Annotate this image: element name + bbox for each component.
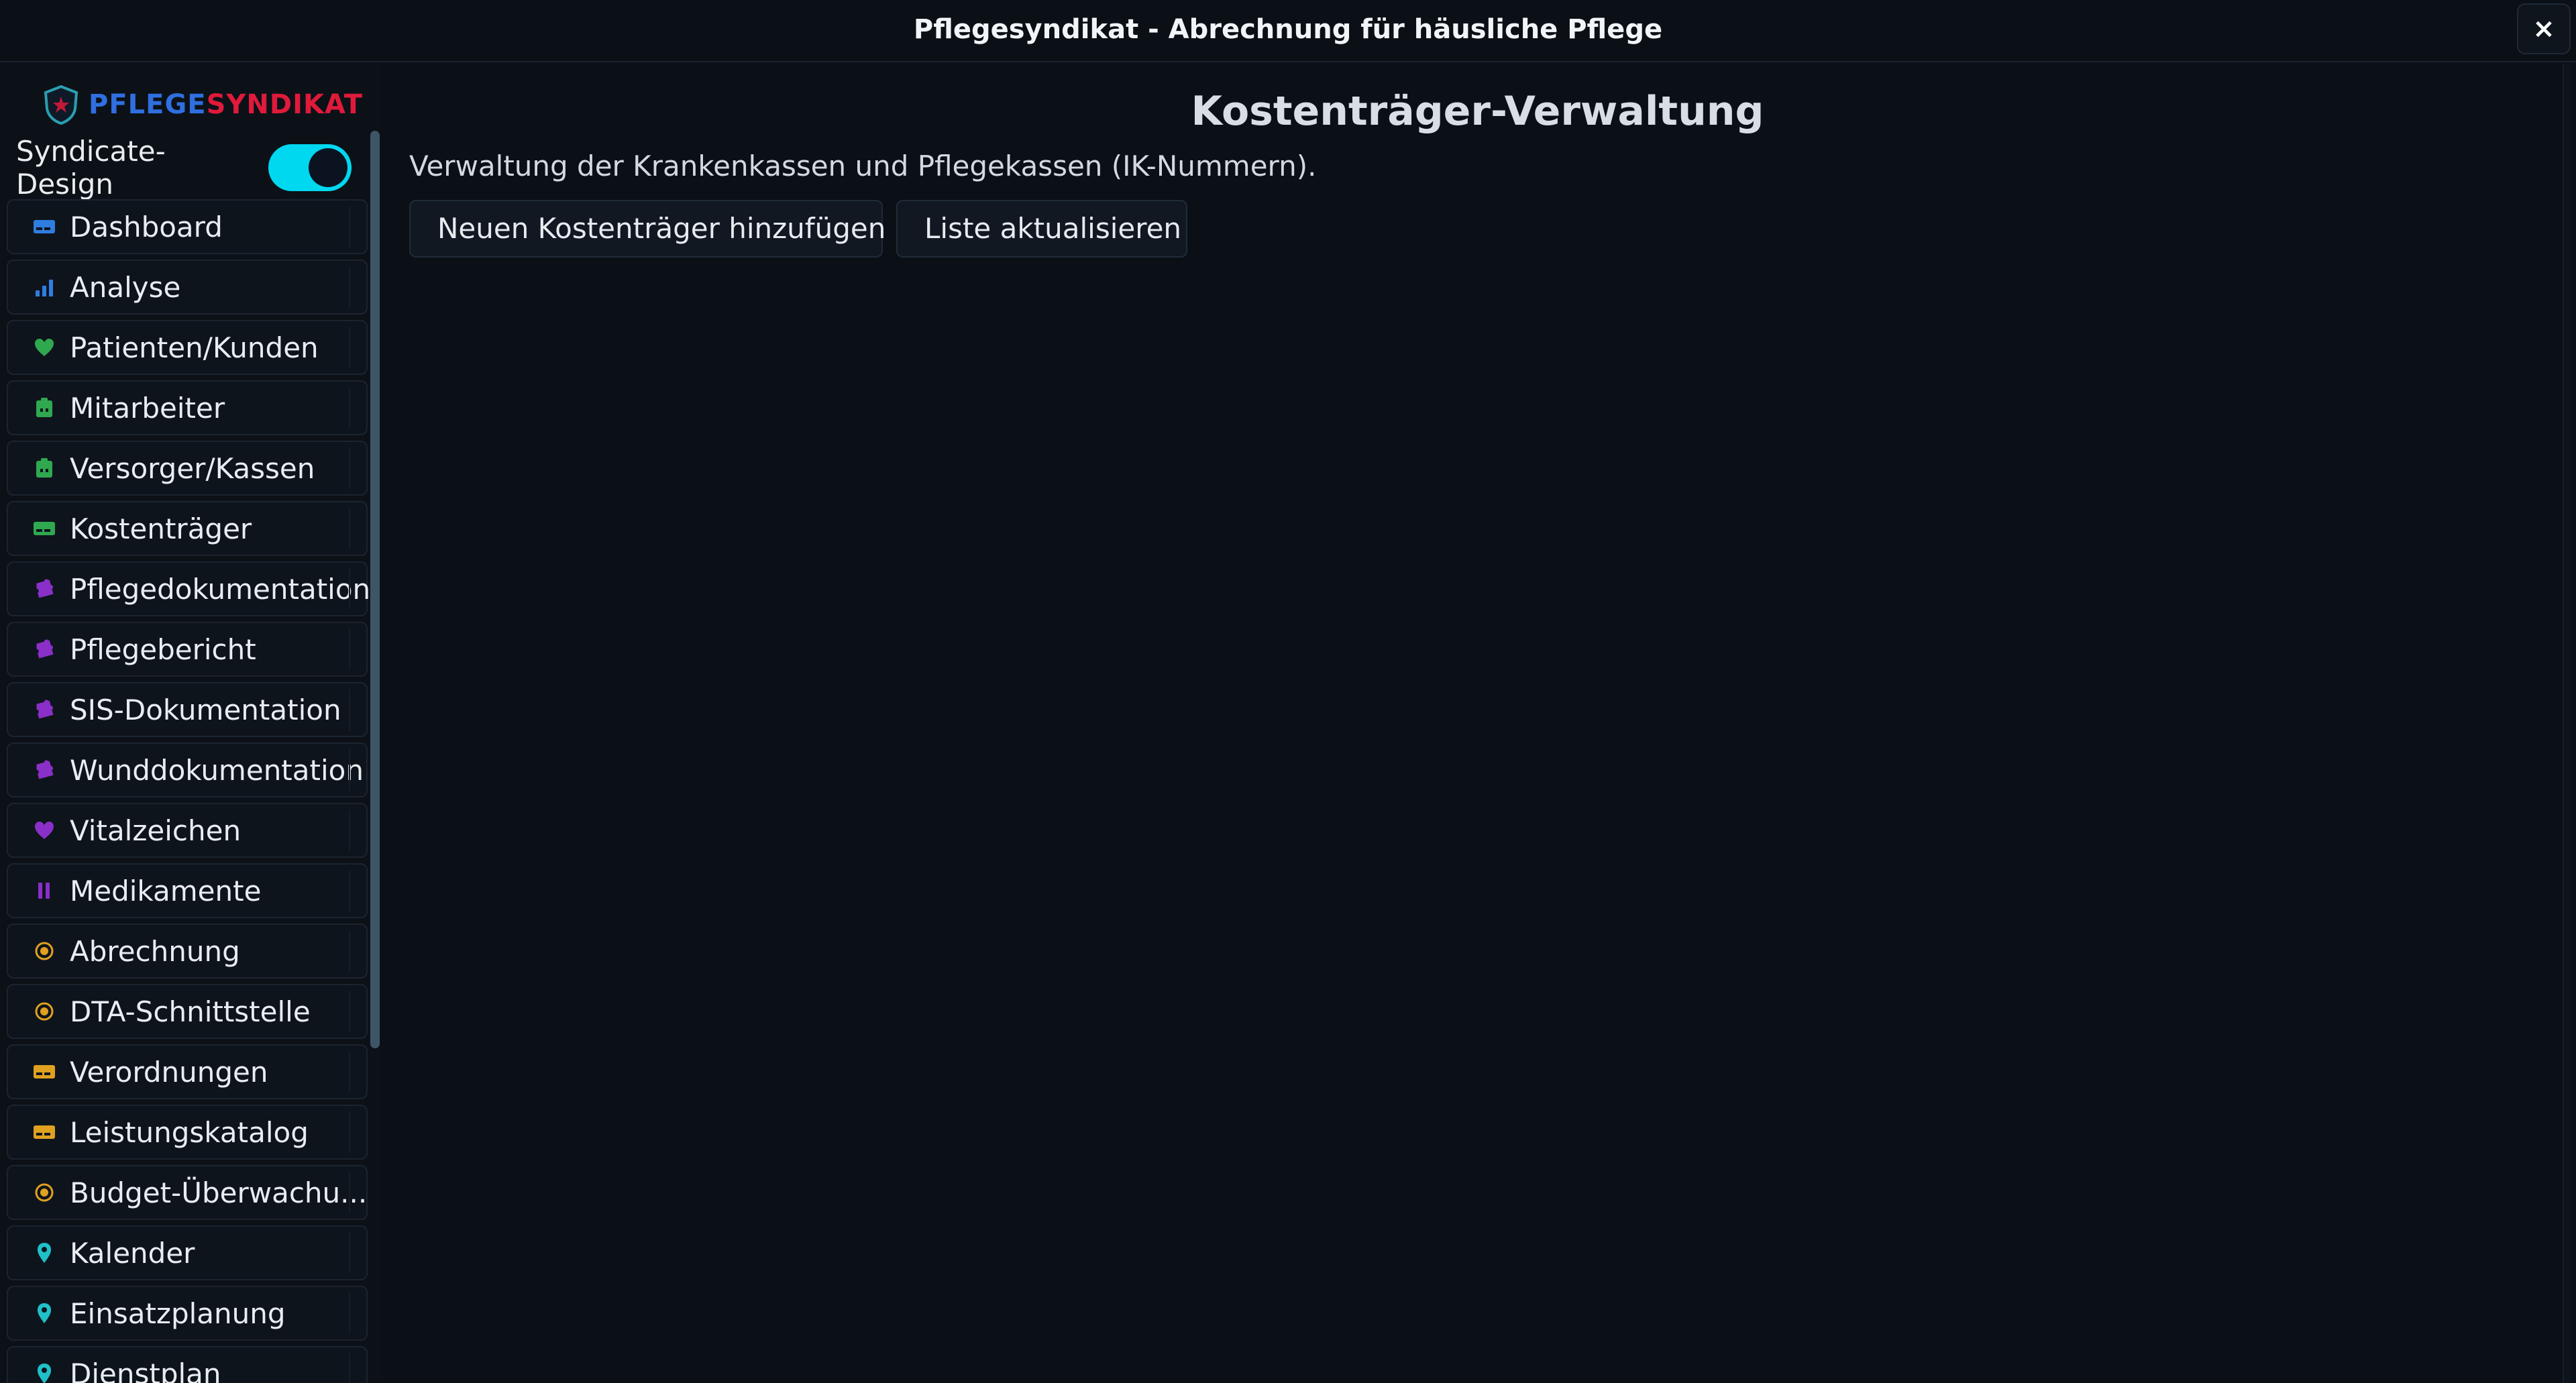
sidebar-item-pflegedokumentation[interactable]: Pflegedokumentation — [7, 561, 371, 616]
coin-icon — [32, 1180, 56, 1205]
sidebar-scrollbar[interactable] — [370, 131, 380, 1048]
sidebar-item-budget-überwachu[interactable]: Budget-Überwachu... — [7, 1165, 368, 1220]
sidebar-item-label: SIS-Dokumentation — [70, 693, 341, 726]
sidebar-item-medikamente[interactable]: Medikamente — [7, 863, 368, 918]
heart-icon — [32, 818, 56, 842]
sidebar-item-einsatzplanung[interactable]: Einsatzplanung — [7, 1286, 368, 1341]
badge-icon — [32, 396, 56, 420]
sidebar-item-leistungskatalog[interactable]: Leistungskatalog — [7, 1105, 368, 1160]
sidebar-item-label: Kostenträger — [70, 512, 252, 545]
bar-chart-icon — [32, 275, 56, 299]
theme-toggle[interactable] — [268, 144, 352, 191]
brand-logo-part2: SYNDIKAT — [206, 89, 364, 120]
sidebar-item-label: Medikamente — [70, 874, 262, 907]
sidebar-nav: Dashboard Analyse Patienten/Kunden Mitarbei… — [7, 199, 371, 1383]
sidebar-item-label: DTA-Schnittstelle — [70, 995, 311, 1028]
puzzle-icon — [32, 577, 56, 601]
sidebar-item-analyse[interactable]: Analyse — [7, 260, 368, 315]
shield-logo-icon — [44, 85, 78, 125]
sidebar-item-label: Verordnungen — [70, 1055, 268, 1089]
badge-icon — [32, 456, 56, 480]
coin-icon — [32, 999, 56, 1024]
card-icon — [32, 516, 56, 541]
brand: PFLEGESYNDIKAT — [43, 72, 363, 137]
heart-icon — [32, 335, 56, 359]
sidebar-item-kostenträger[interactable]: Kostenträger — [7, 501, 368, 556]
page-title: Kostenträger-Verwaltung — [1191, 88, 1764, 135]
sidebar-item-label: Kalender — [70, 1236, 195, 1270]
pin-icon — [32, 1362, 56, 1383]
sidebar-item-dashboard[interactable]: Dashboard — [7, 199, 368, 254]
card-icon — [32, 1060, 56, 1084]
pin-icon — [32, 1301, 56, 1325]
pin-icon — [32, 1241, 56, 1265]
card-icon — [32, 215, 56, 239]
sidebar-item-dienstplan[interactable]: Dienstplan — [7, 1346, 368, 1383]
sidebar-item-vitalzeichen[interactable]: Vitalzeichen — [7, 803, 368, 858]
theme-toggle-row: Syndicate-Design — [16, 135, 352, 201]
sidebar-item-label: Pflegedokumentation — [70, 572, 371, 606]
sidebar-item-label: Dienstplan — [70, 1357, 221, 1383]
sidebar-item-label: Budget-Überwachu... — [70, 1176, 368, 1209]
sidebar-item-mitarbeiter[interactable]: Mitarbeiter — [7, 380, 368, 435]
main-content: Kostenträger-Verwaltung Verwaltung der K… — [382, 64, 2563, 1383]
sidebar-item-label: Pflegebericht — [70, 632, 256, 666]
sidebar-item-label: Analyse — [70, 270, 181, 304]
coin-icon — [32, 939, 56, 963]
sidebar-item-patienten-kunden[interactable]: Patienten/Kunden — [7, 320, 368, 375]
sidebar-item-label: Versorger/Kassen — [70, 451, 315, 485]
sidebar-item-sis-dokumentation[interactable]: SIS-Dokumentation — [7, 682, 368, 737]
add-payer-button[interactable]: Neuen Kostenträger hinzufügen — [409, 200, 885, 258]
sidebar: PFLEGESYNDIKAT Syndicate-Design Dashboar… — [0, 64, 381, 1383]
sidebar-item-kalender[interactable]: Kalender — [7, 1225, 368, 1280]
theme-toggle-knob — [309, 148, 347, 187]
theme-toggle-label: Syndicate-Design — [16, 135, 166, 201]
sidebar-item-pflegebericht[interactable]: Pflegebericht — [7, 622, 368, 677]
refresh-list-button[interactable]: Liste aktualisieren — [896, 200, 1187, 258]
sidebar-item-label: Vitalzeichen — [70, 814, 241, 847]
brand-logo: PFLEGESYNDIKAT — [89, 89, 363, 120]
puzzle-icon — [32, 637, 56, 661]
main-scrollbar[interactable] — [2563, 64, 2571, 1383]
page-description: Verwaltung der Krankenkassen und Pflegek… — [409, 150, 1317, 182]
sidebar-item-label: Abrechnung — [70, 934, 240, 968]
sidebar-item-verordnungen[interactable]: Verordnungen — [7, 1044, 368, 1099]
puzzle-icon — [32, 698, 56, 722]
title-bar: Pflegesyndikat - Abrechnung für häuslich… — [0, 0, 2576, 62]
brand-logo-part1: PFLEGE — [89, 89, 207, 120]
sidebar-item-abrechnung[interactable]: Abrechnung — [7, 924, 368, 979]
sidebar-item-wunddokumentation[interactable]: Wunddokumentation — [7, 742, 368, 797]
sidebar-item-label: Leistungskatalog — [70, 1115, 309, 1149]
close-button[interactable]: × — [2517, 3, 2571, 54]
pause-icon — [32, 879, 56, 903]
sidebar-item-label: Mitarbeiter — [70, 391, 225, 425]
sidebar-item-versorger-kassen[interactable]: Versorger/Kassen — [7, 441, 368, 496]
sidebar-item-label: Patienten/Kunden — [70, 331, 319, 364]
card-icon — [32, 1120, 56, 1144]
sidebar-item-label: Einsatzplanung — [70, 1296, 286, 1330]
puzzle-icon — [32, 758, 56, 782]
window-title: Pflegesyndikat - Abrechnung für häuslich… — [913, 14, 1663, 45]
sidebar-item-label: Wunddokumentation — [70, 753, 364, 787]
sidebar-item-label: Dashboard — [70, 210, 223, 243]
sidebar-item-dta-schnittstelle[interactable]: DTA-Schnittstelle — [7, 984, 368, 1039]
